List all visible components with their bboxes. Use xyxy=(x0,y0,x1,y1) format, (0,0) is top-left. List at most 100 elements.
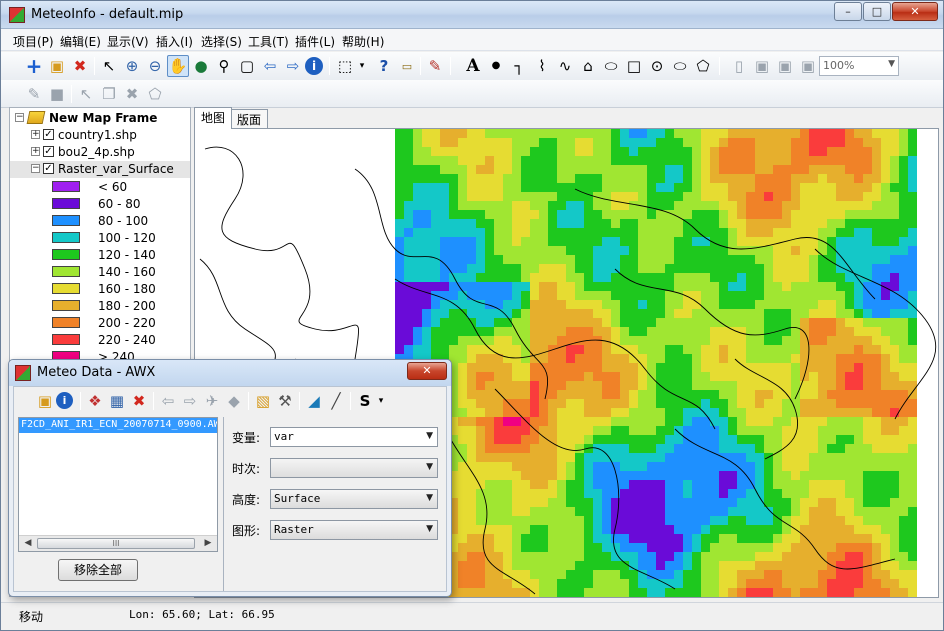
ellipse-tool-icon[interactable]: ⬭ xyxy=(669,55,691,77)
chevron-down-icon[interactable]: ▾ xyxy=(370,390,392,412)
scroll-right-icon[interactable]: ▶ xyxy=(201,538,215,548)
layout-zoom-in-icon[interactable]: ▣ xyxy=(751,55,773,77)
expand-icon[interactable]: + xyxy=(31,147,40,156)
identify-search-icon[interactable]: ⚲ xyxy=(213,55,235,77)
legend-class[interactable]: 140 - 160 xyxy=(10,263,190,280)
meteo-logo-icon[interactable]: ❖ xyxy=(84,390,106,412)
text-tool-icon[interactable]: A xyxy=(462,55,484,77)
scroll-left-icon[interactable]: ◀ xyxy=(21,538,35,548)
next-time-icon[interactable]: ⇨ xyxy=(179,390,201,412)
zoom-level-select[interactable]: 100% ▼ xyxy=(819,56,899,76)
animation-run-icon[interactable]: ✈ xyxy=(201,390,223,412)
zoom-out-icon[interactable]: ⊖ xyxy=(144,55,166,77)
tab-map[interactable]: 地图 xyxy=(194,107,233,129)
select-feature-icon[interactable]: ↖ xyxy=(75,83,97,105)
curve-polygon-icon[interactable]: ⬭ xyxy=(600,55,622,77)
label-icon[interactable]: ▭ xyxy=(396,55,418,77)
list-item[interactable]: F2CD_ANI_IR1_ECN_20070714_0900.AWX xyxy=(19,418,217,433)
menu-tools[interactable]: 工具(T) xyxy=(248,33,289,50)
select-arrow-icon[interactable]: ↖ xyxy=(98,55,120,77)
graphic-type-select[interactable]: Raster ▼ xyxy=(270,520,438,540)
forward-arrow-icon[interactable]: ⇨ xyxy=(282,55,304,77)
pan-hand-icon[interactable]: ✋ xyxy=(167,55,189,77)
time-select[interactable]: ▼ xyxy=(270,458,438,478)
plot-chart-icon[interactable]: ◢ xyxy=(303,390,325,412)
info-icon[interactable]: i xyxy=(56,392,73,409)
variable-select[interactable]: var ▼ xyxy=(270,427,438,447)
menu-select[interactable]: 选择(S) xyxy=(201,33,242,50)
expand-icon[interactable]: + xyxy=(31,130,40,139)
layer-checkbox[interactable]: ✓ xyxy=(43,163,54,174)
data-table-icon[interactable]: ▦ xyxy=(106,390,128,412)
globe-icon[interactable]: ● xyxy=(190,55,212,77)
curve-tool-icon[interactable]: ∿ xyxy=(554,55,576,77)
tree-layer-country[interactable]: + ✓ country1.shp xyxy=(10,127,190,144)
dialog-close-button[interactable]: ✕ xyxy=(407,362,447,380)
level-select[interactable]: Surface ▼ xyxy=(270,489,438,509)
legend-class[interactable]: 120 - 140 xyxy=(10,246,190,263)
polygon-tool-icon[interactable]: ⌂ xyxy=(577,55,599,77)
maximize-button[interactable]: □ xyxy=(863,2,891,21)
delete-feature-icon[interactable]: ✖ xyxy=(121,83,143,105)
legend-class[interactable]: 60 - 80 xyxy=(10,195,190,212)
new-page-icon[interactable]: ▯ xyxy=(728,55,750,77)
splitter[interactable] xyxy=(223,417,224,591)
add-layer-icon[interactable]: + xyxy=(23,55,45,77)
rectangle-tool-icon[interactable]: □ xyxy=(623,55,645,77)
legend-class[interactable]: 220 - 240 xyxy=(10,331,190,348)
tree-layer-boundary[interactable]: + ✓ bou2_4p.shp xyxy=(10,144,190,161)
save-edit-icon[interactable]: ■ xyxy=(46,83,68,105)
edit-pencil-icon[interactable]: ✎ xyxy=(424,55,446,77)
edit-vertices-icon[interactable]: ⬠ xyxy=(692,55,714,77)
tab-layout[interactable]: 版面 xyxy=(230,109,269,129)
previous-time-icon[interactable]: ⇦ xyxy=(157,390,179,412)
legend-class[interactable]: 80 - 100 xyxy=(10,212,190,229)
menu-insert[interactable]: 插入(I) xyxy=(156,33,193,50)
menu-plugins[interactable]: 插件(L) xyxy=(295,33,335,50)
copy-feature-icon[interactable]: ❐ xyxy=(98,83,120,105)
remove-data-icon[interactable]: ✖ xyxy=(128,390,150,412)
layer-checkbox[interactable]: ✓ xyxy=(43,129,54,140)
layout-fit-icon[interactable]: ▣ xyxy=(797,55,819,77)
polyline-tool-icon[interactable]: ┐ xyxy=(508,55,530,77)
data-file-list[interactable]: F2CD_ANI_IR1_ECN_20070714_0900.AWX ◀ III… xyxy=(18,417,218,552)
legend-class[interactable]: 180 - 200 xyxy=(10,297,190,314)
freehand-line-icon[interactable]: ⌇ xyxy=(531,55,553,77)
back-arrow-icon[interactable]: ⇦ xyxy=(259,55,281,77)
legend-class[interactable]: 100 - 120 xyxy=(10,229,190,246)
horizontal-scrollbar[interactable]: ◀ III ▶ xyxy=(19,535,217,551)
zoom-in-icon[interactable]: ⊕ xyxy=(121,55,143,77)
remove-layer-icon[interactable]: ✖ xyxy=(69,55,91,77)
menu-view[interactable]: 显示(V) xyxy=(107,33,149,50)
layout-zoom-out-icon[interactable]: ▣ xyxy=(774,55,796,77)
legend-class[interactable]: 160 - 180 xyxy=(10,280,190,297)
graph-icon[interactable]: ╱ xyxy=(325,390,347,412)
remove-all-button[interactable]: 移除全部 xyxy=(58,559,138,581)
menu-edit[interactable]: 编辑(E) xyxy=(60,33,101,50)
animation-layer-icon[interactable]: ◆ xyxy=(223,390,245,412)
circle-tool-icon[interactable]: ⊙ xyxy=(646,55,668,77)
edit-pencil-icon[interactable]: ✎ xyxy=(23,83,45,105)
menu-project[interactable]: 项目(P) xyxy=(13,33,54,50)
legend-class[interactable]: 200 - 220 xyxy=(10,314,190,331)
help-icon[interactable]: ? xyxy=(373,55,395,77)
point-tool-icon[interactable]: ● xyxy=(485,55,507,77)
close-button[interactable]: ✕ xyxy=(892,2,938,21)
settings-tools-icon[interactable]: ⚒ xyxy=(274,390,296,412)
chevron-down-icon[interactable]: ▾ xyxy=(351,55,373,77)
scrollbar-thumb[interactable]: III xyxy=(37,538,195,549)
collapse-icon[interactable]: − xyxy=(15,113,24,122)
info-icon[interactable]: i xyxy=(305,57,323,75)
tree-map-frame[interactable]: − New Map Frame xyxy=(10,110,190,127)
menu-help[interactable]: 帮助(H) xyxy=(342,33,384,50)
edit-shape-icon[interactable]: ⬠ xyxy=(144,83,166,105)
draw-layer-icon[interactable]: ▧ xyxy=(252,390,274,412)
tree-layer-raster[interactable]: − ✓ Raster_var_Surface xyxy=(10,161,190,178)
full-extent-icon[interactable]: ▢ xyxy=(236,55,258,77)
collapse-icon[interactable]: − xyxy=(31,164,40,173)
open-folder-icon[interactable]: ▣ xyxy=(46,55,68,77)
open-file-icon[interactable]: ▣ xyxy=(34,390,56,412)
legend-class[interactable]: < 60 xyxy=(10,178,190,195)
minimize-button[interactable]: – xyxy=(834,2,862,21)
layer-checkbox[interactable]: ✓ xyxy=(43,146,54,157)
